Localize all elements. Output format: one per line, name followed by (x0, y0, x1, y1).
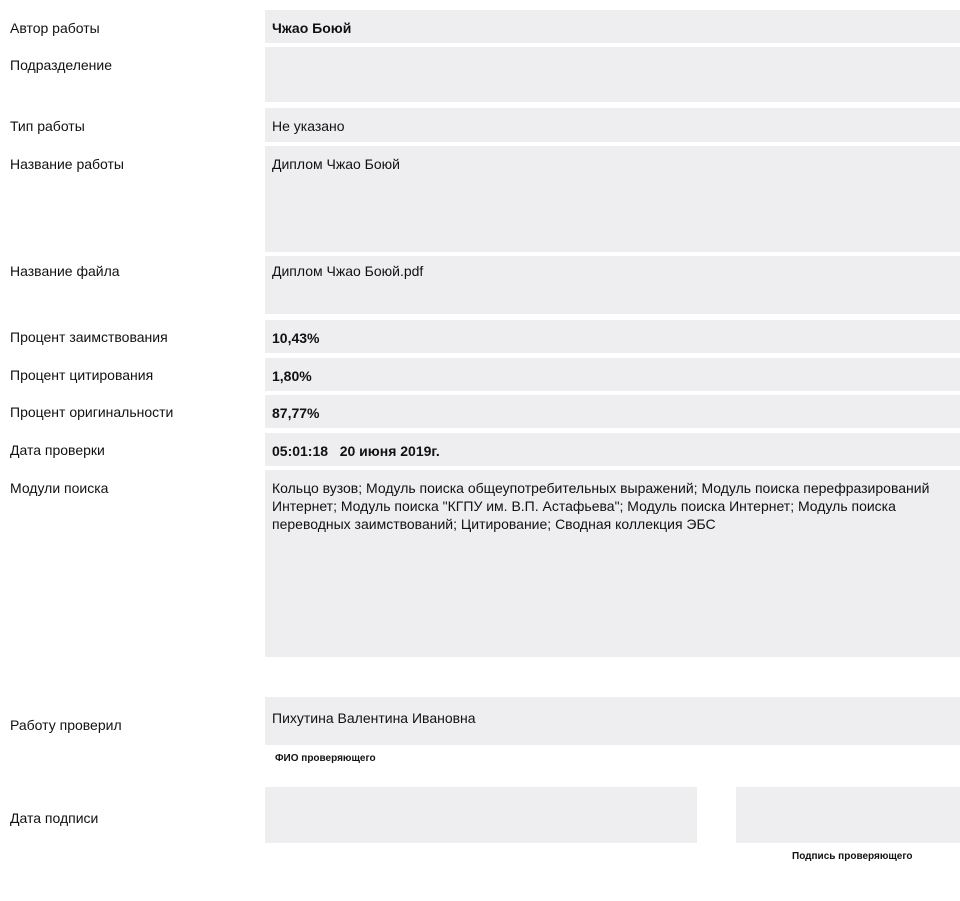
signature-caption: Подпись проверяющего (792, 851, 913, 862)
signature-date-field (265, 787, 697, 843)
work-type-label: Тип работы (10, 118, 85, 134)
checked-by-label: Работу проверил (10, 717, 122, 733)
checker-name-caption: ФИО проверяющего (275, 753, 376, 764)
work-title-field: Диплом Чжао Боюй (265, 146, 960, 252)
originality-percent-label: Процент оригинальности (10, 404, 174, 420)
signature-field (736, 787, 960, 843)
work-title-label: Название работы (10, 156, 124, 172)
search-modules-field: Кольцо вузов; Модуль поиска общеупотреби… (265, 470, 960, 657)
signature-date-label: Дата подписи (10, 810, 99, 826)
work-type-field: Не указано (265, 108, 960, 142)
department-label: Подразделение (10, 57, 113, 73)
borrowing-percent-field: 10,43% (265, 320, 960, 353)
author-label: Автор работы (10, 20, 100, 36)
citation-percent-label: Процент цитирования (10, 367, 154, 383)
author-field: Чжао Боюй (265, 10, 960, 43)
file-name-label: Название файла (10, 263, 120, 279)
search-modules-label: Модули поиска (10, 480, 109, 496)
file-name-field: Диплом Чжао Боюй.pdf (265, 256, 960, 314)
originality-percent-field: 87,77% (265, 395, 960, 428)
borrowing-percent-label: Процент заимствования (10, 329, 168, 345)
check-date-label: Дата проверки (10, 442, 105, 458)
checked-by-field: Пихутина Валентина Ивановна (265, 697, 960, 745)
check-date-field: 05:01:18 20 июня 2019г. (265, 433, 960, 466)
report-page: Автор работы Чжао Боюй Подразделение Тип… (0, 0, 960, 901)
department-field (265, 47, 960, 102)
citation-percent-field: 1,80% (265, 358, 960, 391)
